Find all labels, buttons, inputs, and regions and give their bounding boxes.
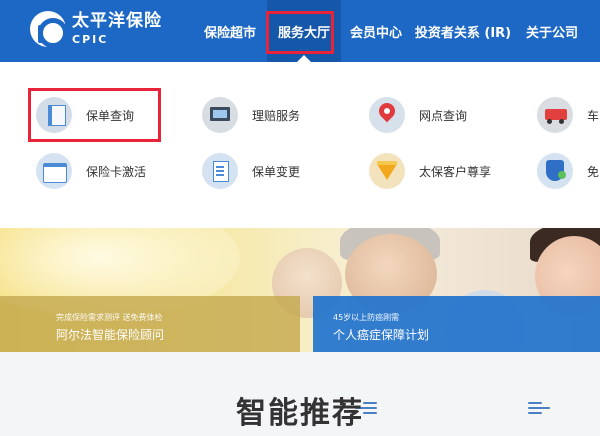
shield-icon: [537, 153, 573, 189]
location-pin-icon: [369, 97, 405, 133]
brand-name-en: CPIC: [72, 33, 109, 46]
service-vehicle[interactable]: 车: [537, 95, 599, 135]
promo-alpha-advisor[interactable]: 完成保险需求测评 送免费体检 阿尔法智能保险顾问: [0, 296, 300, 352]
promo-cancer-plan[interactable]: 45岁以上防癌刚需 个人癌症保障计划: [313, 296, 600, 352]
service-vip-privilege[interactable]: 太保客户尊享: [369, 151, 491, 191]
nav-about-company[interactable]: 关于公司: [517, 0, 587, 62]
car-truck-icon: [537, 97, 573, 133]
active-nav-caret: [297, 55, 311, 62]
promo-banner[interactable]: 完成保险需求测评 送免费体检 阿尔法智能保险顾问 45岁以上防癌刚需 个人癌症保…: [0, 228, 600, 352]
claims-computer-icon: [202, 97, 238, 133]
nav-highlight-box: [266, 11, 334, 54]
brand-name-cn: 太平洋保险: [72, 11, 162, 31]
service-dropdown-menu: 保单查询 理赔服务 网点查询 车 保险卡激活 保单变更 太保客户尊享 免: [0, 62, 600, 228]
cpic-logo-icon: [30, 11, 68, 48]
service-policy-change[interactable]: 保单变更: [202, 151, 300, 191]
nav-investor-relations[interactable]: 投资者关系 (IR): [413, 0, 513, 62]
recommendation-title: 智能推荐: [236, 396, 364, 431]
top-header: 太平洋保险 CPIC 保险超市 服务大厅 会员中心 投资者关系 (IR) 关于公…: [0, 0, 600, 62]
cpic-logo[interactable]: 太平洋保险 CPIC: [30, 11, 162, 48]
service-highlight-box: [28, 88, 161, 142]
service-free[interactable]: 免: [537, 151, 599, 191]
service-claims[interactable]: 理赔服务: [202, 95, 300, 135]
diamond-icon: [369, 153, 405, 189]
nav-insurance-market[interactable]: 保险超市: [197, 0, 263, 62]
service-card-activation[interactable]: 保险卡激活: [36, 151, 146, 191]
document-edit-icon: [202, 153, 238, 189]
recommendation-section: 智能推荐: [0, 352, 600, 436]
card-icon: [36, 153, 72, 189]
title-decoration-right: [528, 402, 550, 414]
service-branch-locator[interactable]: 网点查询: [369, 95, 467, 135]
nav-member-center[interactable]: 会员中心: [343, 0, 409, 62]
